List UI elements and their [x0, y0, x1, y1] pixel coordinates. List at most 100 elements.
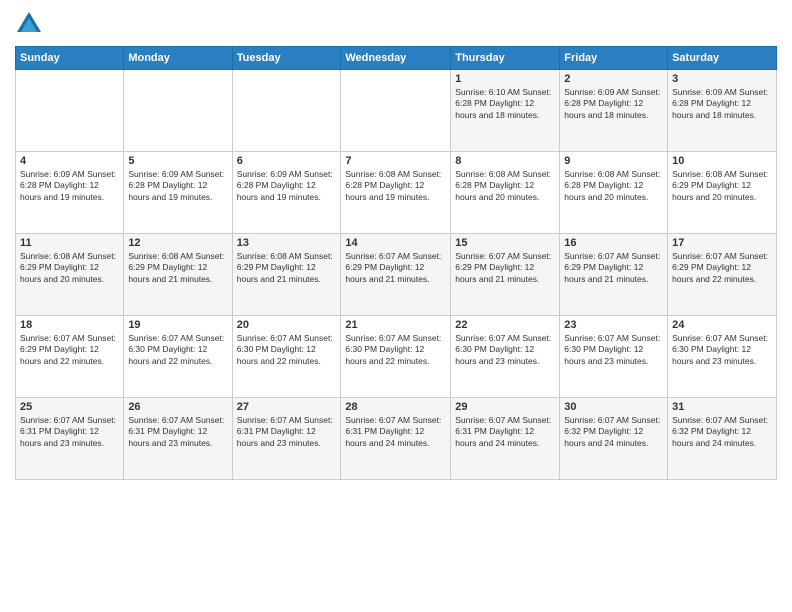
- calendar-week-row: 1Sunrise: 6:10 AM Sunset: 6:28 PM Daylig…: [16, 70, 777, 152]
- day-number: 23: [564, 319, 663, 331]
- calendar-cell: 8 Sunrise: 6:08 AM Sunset: 6:28 PM Daylig…: [451, 152, 560, 234]
- calendar-week-row: 18 Sunrise: 6:07 AM Sunset: 6:29 PM Dayli…: [16, 316, 777, 398]
- calendar-cell: 19 Sunrise: 6:07 AM Sunset: 6:30 PM Dayli…: [124, 316, 232, 398]
- day-info: Sunrise: 6:07 AM Sunset: 6:29 PM Dayligh…: [455, 251, 555, 285]
- calendar-cell: 12 Sunrise: 6:08 AM Sunset: 6:29 PM Dayli…: [124, 234, 232, 316]
- day-info: Sunrise: 6:07 AM Sunset: 6:30 PM Dayligh…: [672, 333, 772, 367]
- calendar-cell: 6 Sunrise: 6:09 AM Sunset: 6:28 PM Daylig…: [232, 152, 341, 234]
- calendar-cell: 26 Sunrise: 6:07 AM Sunset: 6:31 PM Dayli…: [124, 398, 232, 480]
- calendar-cell: 27 Sunrise: 6:07 AM Sunset: 6:31 PM Dayli…: [232, 398, 341, 480]
- day-number: 19: [128, 319, 227, 331]
- calendar-cell: 18 Sunrise: 6:07 AM Sunset: 6:29 PM Dayli…: [16, 316, 124, 398]
- calendar-cell: 14Sunrise: 6:07 AM Sunset: 6:29 PM Dayli…: [341, 234, 451, 316]
- day-number: 17: [672, 237, 772, 249]
- calendar-cell: 7 Sunrise: 6:08 AM Sunset: 6:28 PM Daylig…: [341, 152, 451, 234]
- day-number: 16: [564, 237, 663, 249]
- calendar-cell: 13 Sunrise: 6:08 AM Sunset: 6:29 PM Dayli…: [232, 234, 341, 316]
- calendar-cell: 20 Sunrise: 6:07 AM Sunset: 6:30 PM Dayli…: [232, 316, 341, 398]
- day-info: Sunrise: 6:09 AM Sunset: 6:28 PM Dayligh…: [128, 169, 227, 203]
- weekday-header-saturday: Saturday: [668, 47, 777, 70]
- day-info: Sunrise: 6:07 AM Sunset: 6:30 PM Dayligh…: [455, 333, 555, 367]
- day-info: Sunrise: 6:09 AM Sunset: 6:28 PM Dayligh…: [237, 169, 337, 203]
- calendar-cell: 21Sunrise: 6:07 AM Sunset: 6:30 PM Dayli…: [341, 316, 451, 398]
- day-number: 27: [237, 401, 337, 413]
- day-info: Sunrise: 6:07 AM Sunset: 6:29 PM Dayligh…: [564, 251, 663, 285]
- calendar: SundayMondayTuesdayWednesdayThursdayFrid…: [15, 46, 777, 480]
- calendar-cell: [16, 70, 124, 152]
- day-number: 12: [128, 237, 227, 249]
- day-number: 20: [237, 319, 337, 331]
- day-info: Sunrise: 6:07 AM Sunset: 6:32 PM Dayligh…: [564, 415, 663, 449]
- calendar-cell: [124, 70, 232, 152]
- day-info: Sunrise: 6:07 AM Sunset: 6:30 PM Dayligh…: [237, 333, 337, 367]
- calendar-cell: 15 Sunrise: 6:07 AM Sunset: 6:29 PM Dayli…: [451, 234, 560, 316]
- day-number: 26: [128, 401, 227, 413]
- logo-icon: [15, 10, 43, 38]
- weekday-header-thursday: Thursday: [451, 47, 560, 70]
- calendar-week-row: 25 Sunrise: 6:07 AM Sunset: 6:31 PM Dayli…: [16, 398, 777, 480]
- day-number: 9: [564, 155, 663, 167]
- calendar-cell: 30 Sunrise: 6:07 AM Sunset: 6:32 PM Dayli…: [560, 398, 668, 480]
- weekday-header-row: SundayMondayTuesdayWednesdayThursdayFrid…: [16, 47, 777, 70]
- header: [15, 10, 777, 38]
- calendar-cell: 5 Sunrise: 6:09 AM Sunset: 6:28 PM Daylig…: [124, 152, 232, 234]
- day-info: Sunrise: 6:08 AM Sunset: 6:28 PM Dayligh…: [345, 169, 446, 203]
- day-info: Sunrise: 6:08 AM Sunset: 6:29 PM Dayligh…: [237, 251, 337, 285]
- day-info: Sunrise: 6:07 AM Sunset: 6:31 PM Dayligh…: [345, 415, 446, 449]
- calendar-week-row: 4Sunrise: 6:09 AM Sunset: 6:28 PM Daylig…: [16, 152, 777, 234]
- day-number: 2: [564, 73, 663, 85]
- calendar-cell: 24 Sunrise: 6:07 AM Sunset: 6:30 PM Dayli…: [668, 316, 777, 398]
- day-info: Sunrise: 6:10 AM Sunset: 6:28 PM Dayligh…: [455, 87, 555, 121]
- day-info: Sunrise: 6:08 AM Sunset: 6:28 PM Dayligh…: [564, 169, 663, 203]
- day-info: Sunrise: 6:07 AM Sunset: 6:30 PM Dayligh…: [128, 333, 227, 367]
- day-info: Sunrise: 6:07 AM Sunset: 6:31 PM Dayligh…: [237, 415, 337, 449]
- weekday-header-sunday: Sunday: [16, 47, 124, 70]
- day-info: Sunrise: 6:07 AM Sunset: 6:31 PM Dayligh…: [455, 415, 555, 449]
- day-info: Sunrise: 6:09 AM Sunset: 6:28 PM Dayligh…: [672, 87, 772, 121]
- calendar-cell: [341, 70, 451, 152]
- calendar-cell: 22 Sunrise: 6:07 AM Sunset: 6:30 PM Dayli…: [451, 316, 560, 398]
- weekday-header-friday: Friday: [560, 47, 668, 70]
- day-number: 11: [20, 237, 119, 249]
- day-number: 6: [237, 155, 337, 167]
- day-number: 29: [455, 401, 555, 413]
- calendar-cell: 9 Sunrise: 6:08 AM Sunset: 6:28 PM Daylig…: [560, 152, 668, 234]
- calendar-cell: 10 Sunrise: 6:08 AM Sunset: 6:29 PM Dayli…: [668, 152, 777, 234]
- logo: [15, 10, 47, 38]
- day-number: 24: [672, 319, 772, 331]
- day-number: 10: [672, 155, 772, 167]
- calendar-cell: 31 Sunrise: 6:07 AM Sunset: 6:32 PM Dayli…: [668, 398, 777, 480]
- day-number: 25: [20, 401, 119, 413]
- calendar-cell: 29 Sunrise: 6:07 AM Sunset: 6:31 PM Dayli…: [451, 398, 560, 480]
- calendar-cell: 28 Sunrise: 6:07 AM Sunset: 6:31 PM Dayli…: [341, 398, 451, 480]
- day-number: 3: [672, 73, 772, 85]
- day-number: 30: [564, 401, 663, 413]
- calendar-cell: 16 Sunrise: 6:07 AM Sunset: 6:29 PM Dayli…: [560, 234, 668, 316]
- day-number: 8: [455, 155, 555, 167]
- day-info: Sunrise: 6:08 AM Sunset: 6:29 PM Dayligh…: [128, 251, 227, 285]
- day-number: 13: [237, 237, 337, 249]
- day-info: Sunrise: 6:08 AM Sunset: 6:28 PM Dayligh…: [455, 169, 555, 203]
- day-number: 28: [345, 401, 446, 413]
- day-info: Sunrise: 6:09 AM Sunset: 6:28 PM Dayligh…: [20, 169, 119, 203]
- calendar-cell: 11Sunrise: 6:08 AM Sunset: 6:29 PM Dayli…: [16, 234, 124, 316]
- day-info: Sunrise: 6:08 AM Sunset: 6:29 PM Dayligh…: [672, 169, 772, 203]
- day-info: Sunrise: 6:07 AM Sunset: 6:29 PM Dayligh…: [345, 251, 446, 285]
- weekday-header-wednesday: Wednesday: [341, 47, 451, 70]
- day-info: Sunrise: 6:07 AM Sunset: 6:32 PM Dayligh…: [672, 415, 772, 449]
- day-number: 31: [672, 401, 772, 413]
- calendar-cell: [232, 70, 341, 152]
- day-number: 22: [455, 319, 555, 331]
- calendar-cell: 3 Sunrise: 6:09 AM Sunset: 6:28 PM Daylig…: [668, 70, 777, 152]
- day-number: 7: [345, 155, 446, 167]
- calendar-week-row: 11 Sunrise: 6:08 AM Sunset: 6:29 PM Dayli…: [16, 234, 777, 316]
- day-info: Sunrise: 6:07 AM Sunset: 6:31 PM Dayligh…: [128, 415, 227, 449]
- day-info: Sunrise: 6:07 AM Sunset: 6:29 PM Dayligh…: [20, 333, 119, 367]
- day-info: Sunrise: 6:07 AM Sunset: 6:30 PM Dayligh…: [564, 333, 663, 367]
- day-info: Sunrise: 6:07 AM Sunset: 6:29 PM Dayligh…: [672, 251, 772, 285]
- day-info: Sunrise: 6:09 AM Sunset: 6:28 PM Dayligh…: [564, 87, 663, 121]
- day-number: 15: [455, 237, 555, 249]
- day-number: 5: [128, 155, 227, 167]
- calendar-cell: 17 Sunrise: 6:07 AM Sunset: 6:29 PM Dayli…: [668, 234, 777, 316]
- day-number: 18: [20, 319, 119, 331]
